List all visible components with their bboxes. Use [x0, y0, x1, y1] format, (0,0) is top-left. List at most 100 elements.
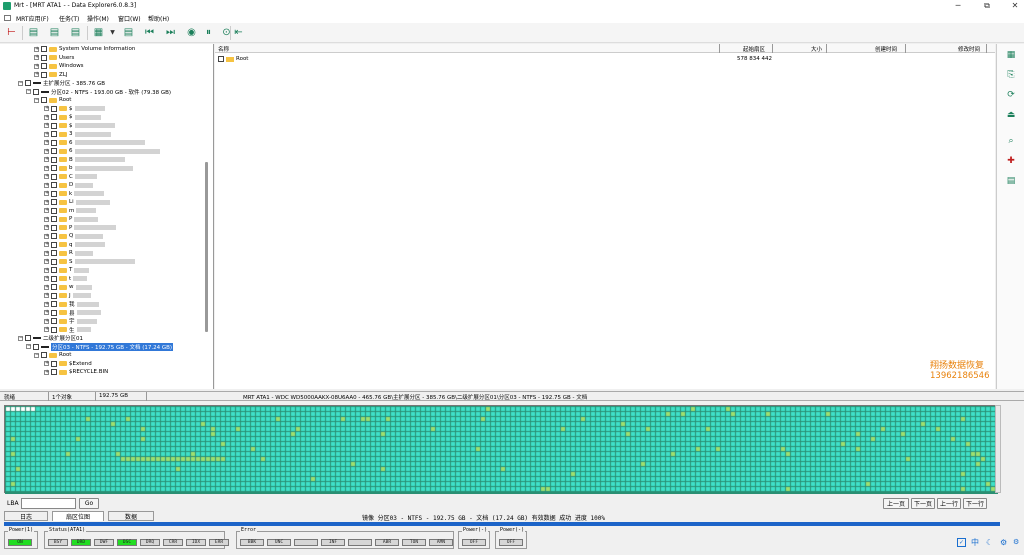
- expand-icon[interactable]: +: [44, 327, 49, 332]
- tree-node[interactable]: + ZLJ: [34, 71, 67, 79]
- tree-checkbox[interactable]: [51, 301, 57, 307]
- tree-node[interactable]: + P: [44, 224, 117, 232]
- skip-fwd-icon[interactable]: ⏭: [164, 26, 177, 39]
- tree-checkbox[interactable]: [51, 131, 57, 137]
- tree-checkbox[interactable]: [51, 190, 57, 197]
- tree-node[interactable]: + S: [44, 258, 135, 266]
- tree-checkbox[interactable]: [41, 63, 47, 69]
- tree-checkbox[interactable]: [41, 352, 47, 358]
- copy-icon[interactable]: ⎘: [1006, 70, 1016, 80]
- tree-checkbox[interactable]: [41, 46, 47, 52]
- stop-icon[interactable]: ◉: [185, 26, 198, 39]
- expand-icon[interactable]: +: [44, 148, 49, 154]
- expand-icon[interactable]: +: [34, 72, 39, 77]
- restore-icon[interactable]: ⧉: [982, 1, 992, 11]
- expand-icon[interactable]: +: [44, 267, 49, 273]
- expand-icon[interactable]: +: [44, 123, 49, 128]
- tree-node[interactable]: + D: [44, 181, 94, 189]
- expand-icon[interactable]: −: [18, 80, 23, 86]
- row-checkbox[interactable]: [218, 56, 224, 62]
- expand-icon[interactable]: +: [44, 165, 49, 171]
- tree-checkbox[interactable]: [51, 105, 57, 112]
- refresh-icon[interactable]: ⟳: [1006, 90, 1016, 100]
- tree-checkbox[interactable]: [51, 241, 57, 248]
- close-icon[interactable]: ✕: [1010, 1, 1020, 10]
- tree-node[interactable]: + $: [44, 122, 115, 130]
- expand-icon[interactable]: +: [44, 199, 49, 205]
- tree-node[interactable]: + 宇: [44, 317, 97, 325]
- tree-checkbox[interactable]: [51, 156, 57, 163]
- expand-icon[interactable]: +: [44, 276, 49, 281]
- tree-checkbox[interactable]: [51, 369, 57, 375]
- minimize-icon[interactable]: ─: [953, 1, 963, 10]
- tree-checkbox[interactable]: [51, 233, 57, 239]
- tree-checkbox[interactable]: [33, 343, 39, 350]
- expand-icon[interactable]: +: [44, 131, 49, 137]
- tree-node[interactable]: + k: [44, 190, 105, 198]
- lba-input[interactable]: [21, 498, 76, 509]
- menu-window[interactable]: 窗口(W): [118, 14, 141, 23]
- expand-icon[interactable]: −: [34, 97, 39, 103]
- tree-checkbox[interactable]: [51, 207, 57, 214]
- tree-node[interactable]: + R: [44, 249, 93, 257]
- qrcode-icon[interactable]: ▦: [1006, 50, 1016, 60]
- tree-checkbox[interactable]: [41, 54, 47, 61]
- tree-node[interactable]: − 二级扩展分区01: [18, 334, 83, 342]
- tree-checkbox[interactable]: [51, 267, 57, 273]
- tree-checkbox[interactable]: [51, 114, 57, 120]
- expand-icon[interactable]: +: [44, 233, 49, 239]
- expand-icon[interactable]: −: [18, 335, 23, 341]
- tree-node[interactable]: + Windows: [34, 62, 84, 70]
- expand-icon[interactable]: +: [44, 106, 49, 111]
- tree-checkbox[interactable]: [51, 216, 57, 222]
- tree-node[interactable]: + Li: [44, 198, 110, 206]
- tree-node[interactable]: + Q: [44, 232, 104, 240]
- tree-node[interactable]: +6: [44, 139, 145, 147]
- dropdown-arrow-icon[interactable]: ▼: [106, 26, 119, 39]
- tab-sector-bitmap[interactable]: 扇区位图: [52, 511, 104, 521]
- next-page-button[interactable]: 下一页: [911, 498, 935, 509]
- sector-bitmap[interactable]: [4, 405, 998, 494]
- tree-node[interactable]: + $RECYCLE.BIN: [44, 368, 108, 376]
- tree-checkbox[interactable]: [25, 335, 31, 341]
- tree-checkbox[interactable]: [51, 360, 57, 367]
- tab-log[interactable]: 日志: [4, 511, 48, 521]
- report-icon[interactable]: ▤: [122, 26, 135, 39]
- expand-icon[interactable]: +: [44, 293, 49, 298]
- tree-checkbox[interactable]: [51, 284, 57, 290]
- tree-checkbox[interactable]: [51, 318, 57, 324]
- menu-mrt-app[interactable]: MRT应用(F): [16, 14, 49, 23]
- scan-icon[interactable]: ▤: [27, 26, 40, 39]
- tree-node[interactable]: +3: [44, 130, 111, 138]
- tree-checkbox[interactable]: [51, 250, 57, 256]
- search-icon[interactable]: ▤: [48, 26, 61, 39]
- menu-doc-icon[interactable]: [4, 15, 11, 21]
- tree-node[interactable]: − Root: [34, 96, 71, 104]
- tree-node[interactable]: + $: [44, 113, 101, 121]
- tree-checkbox[interactable]: [51, 182, 57, 188]
- expand-icon[interactable]: +: [44, 157, 49, 162]
- tree-node[interactable]: − 分区02 - NTFS - 193.00 GB - 软件 (79.38 GB): [26, 88, 171, 96]
- prev-page-button[interactable]: 上一页: [883, 498, 909, 509]
- expand-icon[interactable]: +: [44, 208, 49, 213]
- tree-node[interactable]: − 主扩展分区 - 385.76 GB: [18, 79, 105, 87]
- tree-node[interactable]: + Users: [34, 54, 74, 62]
- tray-more-icon[interactable]: ⚙: [1013, 538, 1019, 546]
- tree-node[interactable]: + 我: [44, 300, 99, 308]
- expand-icon[interactable]: +: [44, 259, 49, 264]
- tree-node[interactable]: + t: [44, 275, 88, 283]
- tab-data[interactable]: 数据: [108, 511, 154, 521]
- tree-node[interactable]: + J: [44, 292, 91, 300]
- menu-help[interactable]: 帮助(H): [148, 14, 169, 23]
- tree-checkbox[interactable]: [51, 139, 57, 146]
- tree-node[interactable]: − Root: [34, 351, 71, 359]
- upload-icon[interactable]: ⏏: [1006, 110, 1016, 120]
- tree-node[interactable]: + q: [44, 241, 105, 249]
- tree-checkbox[interactable]: [51, 199, 57, 205]
- expand-icon[interactable]: +: [44, 225, 49, 230]
- tree-checkbox[interactable]: [41, 71, 47, 78]
- expand-icon[interactable]: +: [34, 55, 39, 60]
- tree-checkbox[interactable]: [51, 292, 57, 299]
- expand-icon[interactable]: +: [44, 140, 49, 145]
- tree-node[interactable]: + m: [44, 207, 97, 215]
